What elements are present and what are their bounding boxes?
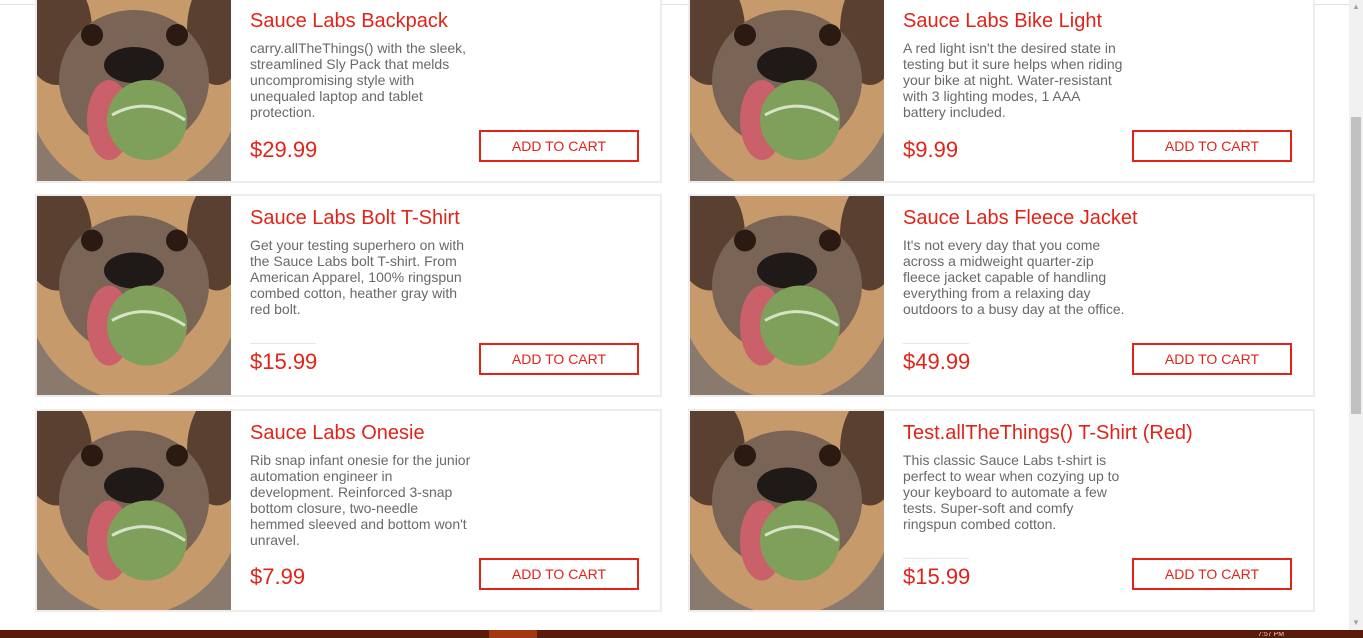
product-title[interactable]: Sauce Labs Fleece Jacket (903, 207, 1138, 230)
product-image[interactable] (37, 196, 231, 395)
product-description: carry.allTheThings() with the sleek, str… (250, 40, 467, 120)
add-to-cart-button[interactable]: ADD TO CART (479, 343, 639, 375)
add-to-cart-button[interactable]: ADD TO CART (1132, 558, 1292, 590)
product-description: A red light isn't the desired state in t… (903, 40, 1123, 120)
product-price: $29.99 (250, 137, 318, 162)
inventory-item: Sauce Labs Bike Light A red light isn't … (688, 0, 1315, 183)
inventory-list: Sauce Labs Backpack carry.allTheThings()… (0, 0, 1349, 630)
inventory-item: Sauce Labs Fleece Jacket It's not every … (688, 194, 1315, 397)
taskbar-active-app[interactable] (489, 630, 537, 638)
vertical-scrollbar[interactable]: ▲ ▼ (1349, 0, 1363, 630)
product-image[interactable] (37, 0, 231, 181)
scrollbar-thumb[interactable] (1351, 117, 1361, 414)
inventory-item: Sauce Labs Bolt T-Shirt Get your testing… (35, 194, 662, 397)
add-to-cart-button[interactable]: ADD TO CART (479, 558, 639, 590)
product-price: $15.99 (250, 349, 318, 374)
divider (250, 343, 316, 344)
inventory-item: Sauce Labs Onesie Rib snap infant onesie… (35, 409, 662, 612)
product-price: $7.99 (250, 564, 306, 589)
divider (903, 558, 969, 559)
product-description: Get your testing superhero on with the S… (250, 237, 465, 317)
inventory-item: Test.allTheThings() T-Shirt (Red) This c… (688, 409, 1315, 612)
add-to-cart-button[interactable]: ADD TO CART (1132, 343, 1292, 375)
product-price: $9.99 (903, 137, 959, 162)
product-title[interactable]: Test.allTheThings() T-Shirt (Red) (903, 422, 1193, 445)
product-price: $49.99 (903, 349, 971, 374)
add-to-cart-button[interactable]: ADD TO CART (479, 130, 639, 162)
divider (903, 343, 969, 344)
taskbar: 7:57 PM (0, 630, 1363, 638)
product-description: It's not every day that you come across … (903, 237, 1125, 317)
add-to-cart-button[interactable]: ADD TO CART (1132, 130, 1292, 162)
product-image[interactable] (690, 411, 884, 610)
inventory-item: Sauce Labs Backpack carry.allTheThings()… (35, 0, 662, 183)
product-title[interactable]: Sauce Labs Bike Light (903, 10, 1102, 33)
product-title[interactable]: Sauce Labs Onesie (250, 422, 425, 445)
product-title[interactable]: Sauce Labs Bolt T-Shirt (250, 207, 460, 230)
triangle-up-icon[interactable]: ▲ (1349, 0, 1363, 14)
triangle-down-icon[interactable]: ▼ (1349, 616, 1363, 630)
product-image[interactable] (37, 411, 231, 610)
product-description: This classic Sauce Labs t-shirt is perfe… (903, 452, 1120, 532)
product-image[interactable] (690, 196, 884, 395)
product-description: Rib snap infant onesie for the junior au… (250, 452, 471, 548)
product-title[interactable]: Sauce Labs Backpack (250, 10, 448, 33)
taskbar-clock[interactable]: 7:57 PM (1258, 632, 1284, 638)
product-price: $15.99 (903, 564, 971, 589)
product-image[interactable] (690, 0, 884, 181)
